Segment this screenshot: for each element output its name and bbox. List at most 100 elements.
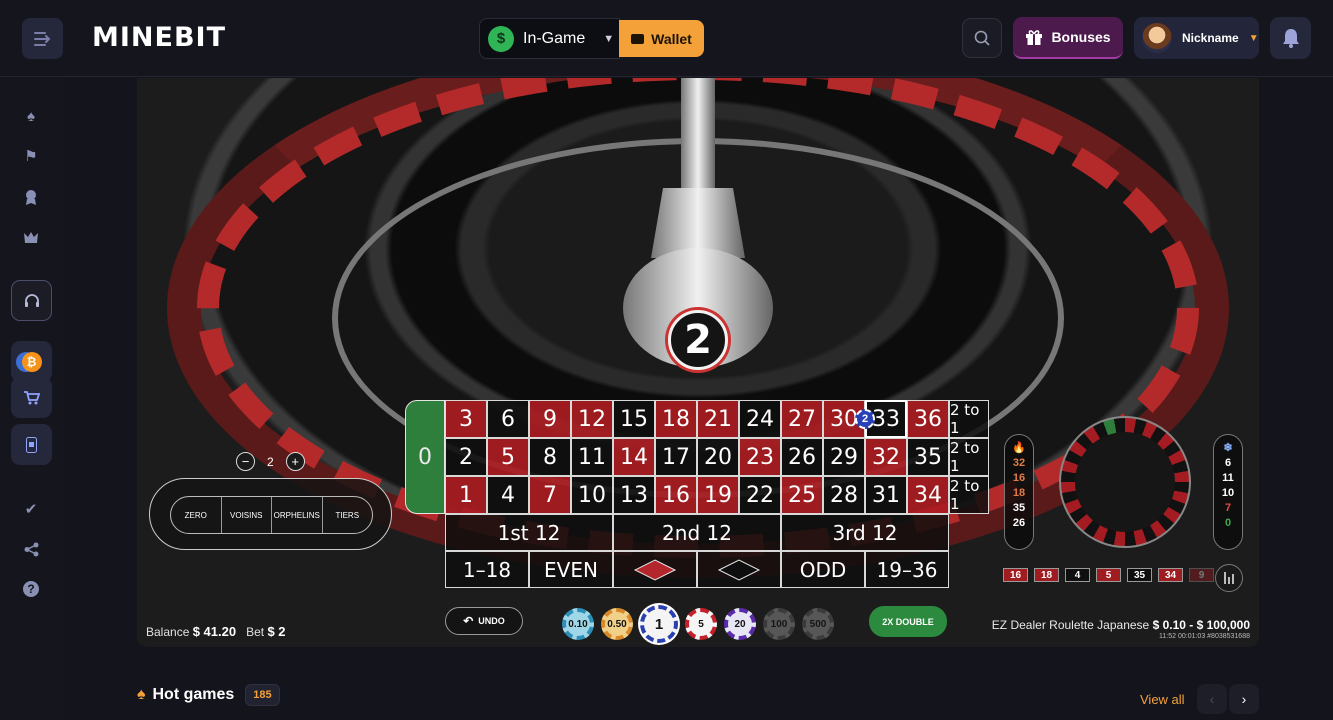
shop-button[interactable] bbox=[11, 377, 52, 418]
bet-number-36[interactable]: 36 bbox=[907, 400, 949, 438]
bet-number-24[interactable]: 24 bbox=[739, 400, 781, 438]
collapse-icon bbox=[33, 31, 50, 46]
double-button[interactable]: 2X DOUBLE bbox=[869, 606, 947, 637]
bet-number-12[interactable]: 12 bbox=[571, 400, 613, 438]
bet-number-34[interactable]: 34 bbox=[907, 476, 949, 514]
bet-number-21[interactable]: 21 bbox=[697, 400, 739, 438]
bet-number-11[interactable]: 11 bbox=[571, 438, 613, 476]
bet-dozen-2[interactable]: 2nd 12 bbox=[613, 514, 781, 551]
bet-number-6[interactable]: 6 bbox=[487, 400, 529, 438]
bet-number-18[interactable]: 18 bbox=[655, 400, 697, 438]
spade-icon[interactable]: ♠ bbox=[20, 105, 42, 127]
balance-value: $ 41.20 bbox=[192, 624, 237, 639]
bet-number-32[interactable]: 32 bbox=[865, 438, 907, 476]
logo[interactable]: MINEBIT bbox=[92, 22, 226, 53]
minus-button[interactable]: − bbox=[236, 452, 255, 471]
notifications-button[interactable] bbox=[1270, 17, 1311, 59]
bet-number-26[interactable]: 26 bbox=[781, 438, 823, 476]
bet-number-5[interactable]: 5 bbox=[487, 438, 529, 476]
bet-high[interactable]: 19–36 bbox=[865, 551, 949, 588]
bet-number-23[interactable]: 23 bbox=[739, 438, 781, 476]
chip-0-50[interactable]: 0.50 bbox=[601, 608, 633, 640]
bet-number-35[interactable]: 35 bbox=[907, 438, 949, 476]
bell-icon bbox=[1282, 29, 1299, 48]
medal-icon[interactable] bbox=[20, 186, 42, 208]
bet-number-4[interactable]: 4 bbox=[487, 476, 529, 514]
chip-selector: 0.10 0.50 1 5 20 100 500 bbox=[562, 605, 834, 643]
next-arrow-button[interactable]: › bbox=[1229, 684, 1259, 714]
bet-number-19[interactable]: 19 bbox=[697, 476, 739, 514]
bet-number-13[interactable]: 13 bbox=[613, 476, 655, 514]
bet-zero[interactable]: 0 bbox=[405, 400, 445, 514]
sidebar-toggle-button[interactable] bbox=[22, 18, 63, 59]
currency-selector[interactable]: $ In-Game ▼ bbox=[479, 18, 620, 59]
bet-number-20[interactable]: 20 bbox=[697, 438, 739, 476]
bet-number-1[interactable]: 1 bbox=[445, 476, 487, 514]
bet-number-9[interactable]: 9 bbox=[529, 400, 571, 438]
bet-odd[interactable]: ODD bbox=[781, 551, 865, 588]
bet-dozen-1[interactable]: 1st 12 bbox=[445, 514, 613, 551]
undo-button[interactable]: ↶ UNDO bbox=[445, 607, 523, 635]
racetrack-orphelins[interactable]: ORPHELINS bbox=[272, 497, 323, 533]
bet-number-10[interactable]: 10 bbox=[571, 476, 613, 514]
bet-number-14[interactable]: 14 bbox=[613, 438, 655, 476]
help-icon[interactable]: ? bbox=[20, 578, 42, 600]
bet-even[interactable]: EVEN bbox=[529, 551, 613, 588]
racetrack-zero[interactable]: ZERO bbox=[171, 497, 222, 533]
plus-button[interactable]: + bbox=[285, 452, 305, 471]
support-button[interactable] bbox=[11, 280, 52, 321]
racetrack-voisins[interactable]: VOISINS bbox=[222, 497, 272, 533]
hot-games-header: ♠ Hot games 185 bbox=[137, 684, 280, 706]
bet-number-28[interactable]: 28 bbox=[823, 476, 865, 514]
bet-number-29[interactable]: 29 bbox=[823, 438, 865, 476]
chip-0-10[interactable]: 0.10 bbox=[562, 608, 594, 640]
bet-low[interactable]: 1–18 bbox=[445, 551, 529, 588]
racetrack-tiers[interactable]: TIERS bbox=[323, 497, 373, 533]
bet-dozen-3[interactable]: 3rd 12 bbox=[781, 514, 949, 551]
crypto-button[interactable]: ₿ bbox=[11, 341, 52, 382]
user-menu[interactable]: Nickname ▼ bbox=[1134, 17, 1259, 59]
chip-500[interactable]: 500 bbox=[802, 608, 834, 640]
bet-red[interactable] bbox=[613, 551, 697, 588]
search-button[interactable] bbox=[962, 18, 1002, 58]
bet-number-7[interactable]: 7 bbox=[529, 476, 571, 514]
chevron-down-icon: ▼ bbox=[1248, 32, 1259, 44]
bet-number-27[interactable]: 27 bbox=[781, 400, 823, 438]
chevron-down-icon: ▼ bbox=[603, 32, 615, 45]
bet-number-25[interactable]: 25 bbox=[781, 476, 823, 514]
bet-number-3[interactable]: 3 bbox=[445, 400, 487, 438]
chip-1[interactable]: 1 bbox=[640, 605, 678, 643]
balance-display: Balance $ 41.20 bbox=[146, 624, 236, 639]
chip-5[interactable]: 5 bbox=[685, 608, 717, 640]
bar-chart-icon bbox=[1224, 572, 1226, 584]
share-icon[interactable] bbox=[20, 538, 42, 560]
chip-100[interactable]: 100 bbox=[763, 608, 795, 640]
roulette-game[interactable]: 2 0 3 6 9 12 15 18 21 24 27 30 33 36 2 to 1 2 5 8 11 14 17… bbox=[137, 78, 1259, 647]
mobile-button[interactable] bbox=[11, 424, 52, 465]
flag-icon[interactable]: ⚑ bbox=[20, 145, 42, 167]
double-check-icon[interactable]: ✔ bbox=[20, 498, 42, 520]
wallet-button[interactable]: Wallet bbox=[619, 20, 704, 57]
bet-number-16[interactable]: 16 bbox=[655, 476, 697, 514]
winning-number: 2 bbox=[668, 310, 728, 370]
bet-number-31[interactable]: 31 bbox=[865, 476, 907, 514]
bet-number-8[interactable]: 8 bbox=[529, 438, 571, 476]
prev-arrow-button[interactable]: ‹ bbox=[1197, 684, 1227, 714]
view-all-link[interactable]: View all bbox=[1140, 692, 1185, 707]
bet-column-1[interactable]: 2 to 1 bbox=[949, 476, 989, 514]
gift-icon bbox=[1026, 30, 1043, 45]
placed-chip[interactable]: 2 bbox=[855, 409, 875, 429]
bet-number-15[interactable]: 15 bbox=[613, 400, 655, 438]
phone-icon bbox=[26, 436, 37, 453]
chip-20[interactable]: 20 bbox=[724, 608, 756, 640]
bet-number-22[interactable]: 22 bbox=[739, 476, 781, 514]
crown-icon[interactable] bbox=[20, 226, 42, 248]
bonuses-button[interactable]: Bonuses bbox=[1013, 17, 1123, 59]
bet-black[interactable] bbox=[697, 551, 781, 588]
statistics-button[interactable] bbox=[1215, 564, 1243, 592]
bet-column-2[interactable]: 2 to 1 bbox=[949, 438, 989, 476]
bet-number-2[interactable]: 2 bbox=[445, 438, 487, 476]
bet-column-3[interactable]: 2 to 1 bbox=[949, 400, 989, 438]
recent-result: 18 bbox=[1034, 568, 1059, 582]
bet-number-17[interactable]: 17 bbox=[655, 438, 697, 476]
